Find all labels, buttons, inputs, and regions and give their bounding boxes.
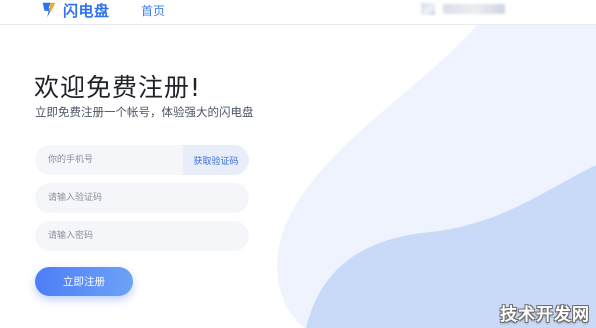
verification-code-input[interactable] bbox=[35, 183, 249, 213]
password-input[interactable] bbox=[35, 221, 249, 251]
get-verification-code-button[interactable]: 获取验证码 bbox=[183, 145, 249, 175]
watermark-text: 技术开发网 bbox=[500, 305, 590, 325]
phone-input[interactable] bbox=[35, 145, 183, 175]
logo[interactable]: 闪电盘 bbox=[40, 0, 110, 20]
user-account-area[interactable] bbox=[421, 3, 505, 15]
code-field-wrapper bbox=[35, 183, 249, 213]
phone-field-wrapper: 获取验证码 bbox=[35, 145, 249, 175]
avatar[interactable] bbox=[421, 3, 435, 15]
password-field-wrapper bbox=[35, 221, 249, 251]
nav-home-link[interactable]: 首页 bbox=[141, 2, 165, 19]
registration-page: 闪电盘 首页 欢迎免费注册! 立即免费注册一个帐号，体验强大的闪电盘 获取验证码… bbox=[0, 0, 596, 328]
top-nav-bar: 闪电盘 首页 bbox=[0, 0, 596, 25]
register-submit-button[interactable]: 立即注册 bbox=[35, 267, 133, 296]
page-subtitle: 立即免费注册一个帐号，体验强大的闪电盘 bbox=[35, 105, 254, 119]
logo-text: 闪电盘 bbox=[63, 1, 110, 20]
user-name-blurred[interactable] bbox=[443, 4, 505, 14]
page-title: 欢迎免费注册! bbox=[34, 73, 202, 102]
lightning-bolt-icon bbox=[42, 2, 56, 18]
